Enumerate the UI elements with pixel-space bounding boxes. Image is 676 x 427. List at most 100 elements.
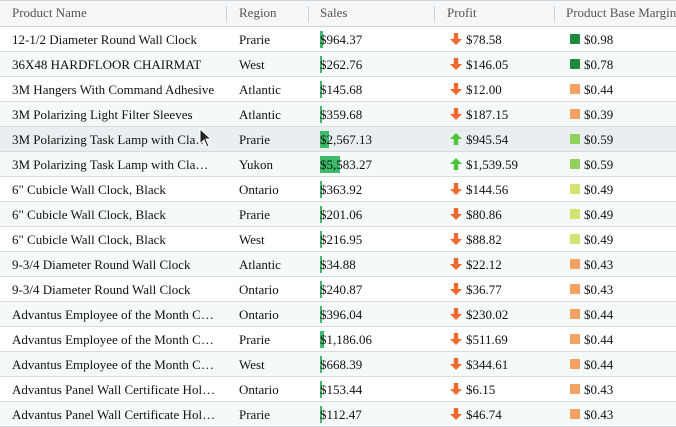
region-cell: Atlantic <box>239 107 281 122</box>
sales-cell: $668.39 <box>320 357 363 372</box>
margin-color-swatch <box>570 334 580 344</box>
table-row[interactable]: Advantus Employee of the Month Certifica… <box>0 302 676 327</box>
profit-cell: $187.15 <box>466 107 509 122</box>
margin-color-swatch <box>570 159 580 169</box>
sales-cell: $262.76 <box>320 57 363 72</box>
product-name-cell: Advantus Panel Wall Certificate Holder -… <box>12 382 218 397</box>
table-row[interactable]: 9-3/4 Diameter Round Wall Clock Ontario $2… <box>0 277 676 302</box>
product-base-margin-cell: $0.43 <box>584 382 614 397</box>
margin-color-swatch <box>570 209 580 219</box>
region-cell: Prarie <box>239 132 271 147</box>
product-base-margin-cell: $0.49 <box>584 207 614 222</box>
arrow-down-icon <box>450 108 462 120</box>
product-base-margin-cell: $0.44 <box>584 357 614 372</box>
product-name-cell: Advantus Employee of the Month Certifica… <box>12 332 218 347</box>
product-base-margin-cell: $0.98 <box>584 32 614 47</box>
profit-cell: $6.15 <box>466 382 496 397</box>
product-name-cell: Advantus Employee of the Month Certifica… <box>12 357 218 372</box>
table-row[interactable]: 6" Cubicle Wall Clock, Black Ontario $363.… <box>0 177 676 202</box>
column-header-product-base-margin[interactable]: Product Base Margin <box>566 1 676 27</box>
table-row[interactable]: 3M Polarizing Task Lamp with Clamp Arm..… <box>0 152 676 177</box>
product-base-margin-cell: $0.44 <box>584 332 614 347</box>
arrow-down-icon <box>450 408 462 420</box>
region-cell: Ontario <box>239 282 279 297</box>
sales-cell: $240.87 <box>320 282 363 297</box>
product-base-margin-cell: $0.78 <box>584 57 614 72</box>
arrow-down-icon <box>450 58 462 70</box>
arrow-down-icon <box>450 33 462 45</box>
sales-cell: $34.88 <box>320 257 356 272</box>
table-row[interactable]: 6" Cubicle Wall Clock, Black West $216.95 $… <box>0 227 676 252</box>
table-row[interactable]: Advantus Panel Wall Certificate Holder -… <box>0 402 676 427</box>
product-name-cell: 36X48 HARDFLOOR CHAIRMAT <box>12 57 202 72</box>
table-row[interactable]: 3M Polarizing Light Filter Sleeves Atlant… <box>0 102 676 127</box>
margin-color-swatch <box>570 359 580 369</box>
product-name-cell: 3M Polarizing Task Lamp with Clamp Arm..… <box>12 132 218 147</box>
product-name-cell: 6" Cubicle Wall Clock, Black <box>12 232 166 247</box>
column-resize-handle[interactable] <box>434 6 435 22</box>
column-resize-handle[interactable] <box>554 6 555 22</box>
sales-cell: $359.68 <box>320 107 363 122</box>
arrow-up-icon <box>450 158 462 170</box>
product-name-cell: 6" Cubicle Wall Clock, Black <box>12 207 166 222</box>
column-header-product-name[interactable]: Product Name <box>12 1 87 27</box>
region-cell: Prarie <box>239 407 271 422</box>
sales-cell: $2,567.13 <box>320 132 372 147</box>
column-resize-handle[interactable] <box>308 6 309 22</box>
arrow-down-icon <box>450 358 462 370</box>
table-row[interactable]: 12-1/2 Diameter Round Wall Clock Prarie $9… <box>0 27 676 52</box>
profit-cell: $511.69 <box>466 332 508 347</box>
table-row[interactable]: Advantus Panel Wall Certificate Holder -… <box>0 377 676 402</box>
product-base-margin-cell: $0.43 <box>584 407 614 422</box>
column-header-region[interactable]: Region <box>239 1 277 27</box>
region-cell: Ontario <box>239 382 279 397</box>
margin-color-swatch <box>570 259 580 269</box>
arrow-down-icon <box>450 258 462 270</box>
column-resize-handle[interactable] <box>226 6 227 22</box>
product-name-cell: 6" Cubicle Wall Clock, Black <box>12 182 166 197</box>
sales-cell: $964.37 <box>320 32 363 47</box>
sales-cell: $201.06 <box>320 207 363 222</box>
data-grid: Product Name Region Sales Profit Product… <box>0 0 676 427</box>
product-name-cell: Advantus Employee of the Month Certifica… <box>12 307 218 322</box>
product-base-margin-cell: $0.43 <box>584 257 614 272</box>
product-name-cell: 3M Hangers With Command Adhesive <box>12 82 215 97</box>
product-base-margin-cell: $0.59 <box>584 157 614 172</box>
table-row[interactable]: 36X48 HARDFLOOR CHAIRMAT West $262.76 $146.… <box>0 52 676 77</box>
profit-cell: $1,539.59 <box>466 157 518 172</box>
product-name-cell: 9-3/4 Diameter Round Wall Clock <box>12 282 191 297</box>
profit-cell: $88.82 <box>466 232 502 247</box>
product-base-margin-cell: $0.49 <box>584 232 614 247</box>
profit-cell: $230.02 <box>466 307 509 322</box>
sales-cell: $363.92 <box>320 182 363 197</box>
column-header-sales[interactable]: Sales <box>320 1 347 27</box>
mouse-cursor-icon <box>199 128 213 148</box>
margin-color-swatch <box>570 384 580 394</box>
region-cell: Atlantic <box>239 257 281 272</box>
table-row[interactable]: Advantus Employee of the Month Certifica… <box>0 352 676 377</box>
product-base-margin-cell: $0.43 <box>584 282 614 297</box>
sales-cell: $5,583.27 <box>320 157 372 172</box>
region-cell: Yukon <box>239 157 273 172</box>
profit-cell: $80.86 <box>466 207 502 222</box>
profit-cell: $36.77 <box>466 282 502 297</box>
profit-cell: $46.74 <box>466 407 502 422</box>
product-name-cell: 9-3/4 Diameter Round Wall Clock <box>12 257 191 272</box>
product-base-margin-cell: $0.44 <box>584 82 614 97</box>
product-base-margin-cell: $0.49 <box>584 182 614 197</box>
table-row[interactable]: 3M Hangers With Command Adhesive Atlantic… <box>0 77 676 102</box>
margin-color-swatch <box>570 309 580 319</box>
profit-cell: $22.12 <box>466 257 502 272</box>
arrow-down-icon <box>450 208 462 220</box>
arrow-down-icon <box>450 383 462 395</box>
margin-color-swatch <box>570 84 580 94</box>
margin-color-swatch <box>570 109 580 119</box>
column-header-profit[interactable]: Profit <box>447 1 477 27</box>
margin-color-swatch <box>570 184 580 194</box>
table-row[interactable]: 6" Cubicle Wall Clock, Black Prarie $201.0… <box>0 202 676 227</box>
table-row[interactable]: Advantus Employee of the Month Certifica… <box>0 327 676 352</box>
arrow-down-icon <box>450 333 462 345</box>
table-row[interactable]: 9-3/4 Diameter Round Wall Clock Atlantic $… <box>0 252 676 277</box>
table-row[interactable]: 3M Polarizing Task Lamp with Clamp Arm..… <box>0 127 676 152</box>
profit-cell: $945.54 <box>466 132 509 147</box>
